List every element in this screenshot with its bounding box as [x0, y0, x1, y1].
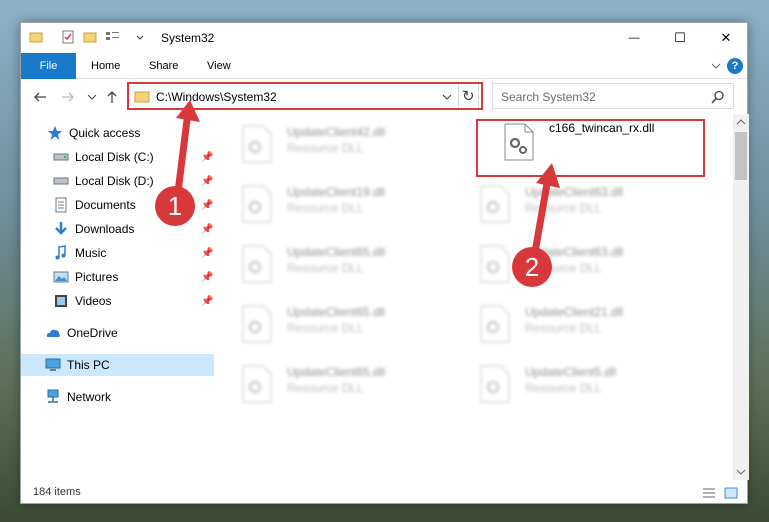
arrow-2-head — [536, 163, 560, 188]
callout-2: 2 — [512, 247, 552, 287]
arrow-1-head — [176, 100, 200, 122]
annotation-overlay — [174, 100, 560, 262]
callout-1: 1 — [155, 186, 195, 226]
arrow-1 — [174, 108, 192, 196]
arrow-2 — [530, 174, 552, 262]
